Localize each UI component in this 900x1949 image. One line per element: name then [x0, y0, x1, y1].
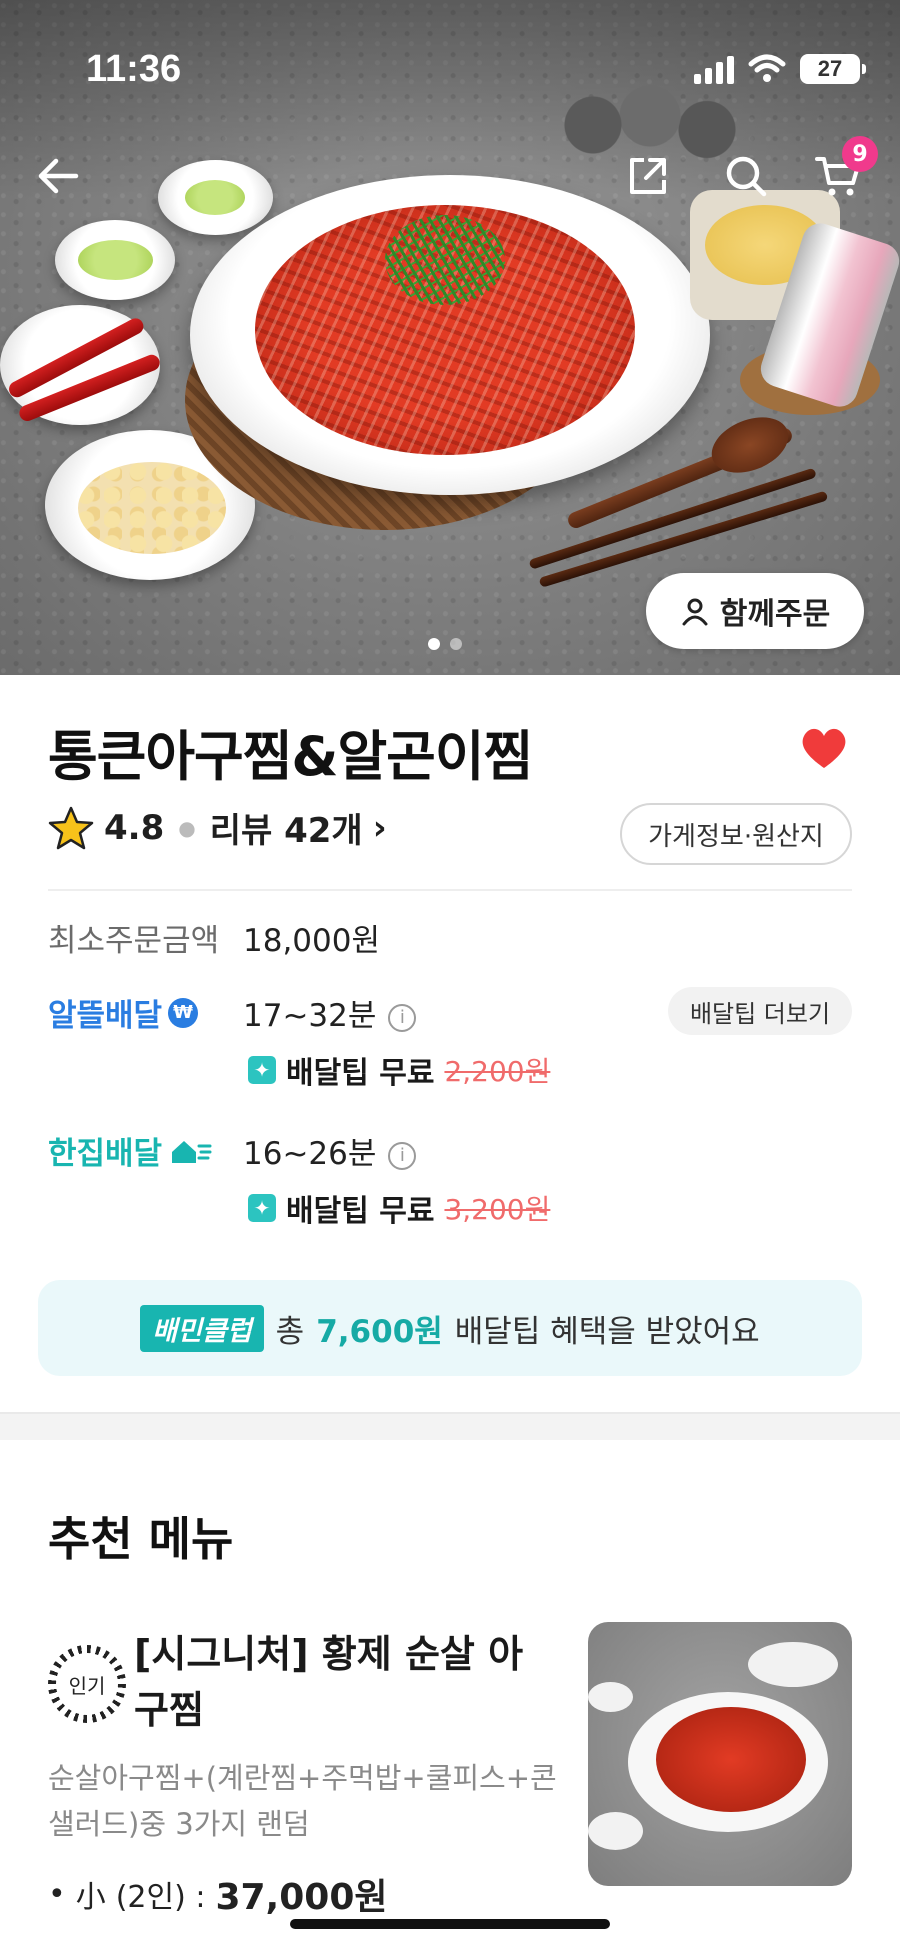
club-amount: 7,600원: [316, 1313, 443, 1350]
popular-badge-label: 인기: [56, 1653, 118, 1715]
menu-item-description: 순살아구찜+(계란찜+주먹밥+쿨피스+콘샐러드)중 3가지 랜덤: [48, 1761, 557, 1841]
menu-item-thumbnail[interactable]: [588, 1622, 852, 1886]
saver-delivery-time: 17~32분 i: [243, 990, 417, 1035]
saver-original-tip: 2,200원: [444, 1055, 551, 1088]
baemin-club-logo: 배민클럽: [140, 1304, 264, 1352]
single-delivery-brand: 한집배달: [48, 1128, 212, 1173]
single-delivery-time: 16~26분 i: [243, 1128, 417, 1173]
search-button[interactable]: [720, 150, 772, 202]
baemin-club-banner[interactable]: 배민클럽 총 7,600원 배달팁 혜택을 받았어요: [38, 1280, 862, 1376]
share-button[interactable]: [622, 150, 674, 202]
club-suffix: 배달팁 혜택을 받았어요: [454, 1313, 760, 1350]
sparkle-icon: ✦: [248, 1194, 276, 1222]
more-delivery-tips-button[interactable]: 배달팁 더보기: [668, 987, 852, 1035]
back-arrow-icon: [38, 158, 79, 194]
popular-badge: 인기: [48, 1645, 126, 1723]
saver-delivery-time-text: 17~32분: [243, 998, 377, 1034]
min-order-label: 최소주문금액: [48, 923, 220, 959]
thumb-food: [656, 1707, 806, 1812]
single-original-tip: 3,200원: [444, 1193, 551, 1226]
sparkle-icon: ✦: [248, 1056, 276, 1084]
recommended-menu-title: 추천 메뉴: [48, 1512, 234, 1566]
rating-separator: ●: [178, 815, 196, 840]
battery-icon: 27: [800, 54, 866, 84]
back-button[interactable]: [32, 150, 84, 202]
thumb-rice-plate: [748, 1642, 838, 1687]
star-icon: [48, 806, 94, 849]
info-icon[interactable]: i: [388, 1003, 417, 1032]
store-info-origin-button[interactable]: 가게정보·원산지: [620, 803, 852, 865]
cart-count-badge: 9: [842, 136, 878, 172]
sauce-green-1: [185, 180, 245, 215]
store-name: 통큰아구찜&알곤이찜: [48, 725, 533, 788]
thumb-corn-dish: [588, 1812, 643, 1850]
single-tip-label: 배달팁 무료: [286, 1194, 435, 1229]
share-icon: [630, 158, 666, 194]
club-prefix: 총: [275, 1313, 305, 1350]
menu-item-name[interactable]: [시그니처] 황제 순살 아구찜: [134, 1626, 554, 1738]
thumb-sauce-dish: [588, 1682, 633, 1712]
review-chevron-icon[interactable]: ›: [373, 808, 387, 848]
status-icons: 27: [694, 50, 866, 88]
single-delivery-label: 한집배달: [48, 1136, 163, 1172]
single-tip-row: ✦ 배달팁 무료 3,200원: [248, 1186, 550, 1230]
bullet: •: [48, 1876, 66, 1912]
together-order-label: 함께주문: [719, 597, 831, 632]
carousel-dots: [428, 638, 462, 650]
saver-delivery-label: 알뜰배달: [48, 998, 163, 1034]
min-order-value: 18,000원: [243, 923, 380, 959]
menu-size-label: 小: [75, 1880, 106, 1915]
divider: [48, 889, 852, 891]
search-icon: [726, 156, 767, 197]
together-order-button[interactable]: 함께주문: [646, 573, 864, 649]
won-icon: ₩: [168, 997, 199, 1028]
info-icon[interactable]: i: [388, 1141, 417, 1170]
spoon-head: [703, 406, 797, 484]
carousel-dot: [450, 638, 462, 650]
section-divider: [0, 1412, 900, 1440]
saver-tip-label: 배달팁 무료: [286, 1056, 435, 1091]
fast-home-icon: [172, 1140, 212, 1163]
home-indicator[interactable]: [290, 1919, 610, 1929]
herb-garnish: [385, 215, 505, 305]
saver-delivery-brand: 알뜰배달 ₩: [48, 990, 199, 1035]
sauce-green-2: [78, 240, 153, 280]
single-delivery-time-text: 16~26분: [243, 1136, 377, 1172]
menu-item-price-row: • 小 (2인) : 37,000원: [48, 1868, 388, 1920]
carousel-dot: [428, 638, 440, 650]
signal-icon: [694, 54, 734, 84]
favorite-heart-icon[interactable]: [800, 726, 848, 770]
review-count-link[interactable]: 리뷰 42개: [210, 803, 363, 852]
person-icon: [682, 598, 708, 626]
menu-servings: (2인) :: [115, 1880, 206, 1915]
corn-salad: [78, 462, 226, 554]
status-time: 11:36: [86, 48, 182, 90]
wifi-icon: [748, 54, 786, 82]
rating-row: 4.8 ● 리뷰 42개 ›: [48, 803, 387, 852]
saver-tip-row: ✦ 배달팁 무료 2,200원: [248, 1048, 550, 1092]
menu-price: 37,000원: [215, 1877, 388, 1918]
rating-score: 4.8: [104, 807, 165, 848]
